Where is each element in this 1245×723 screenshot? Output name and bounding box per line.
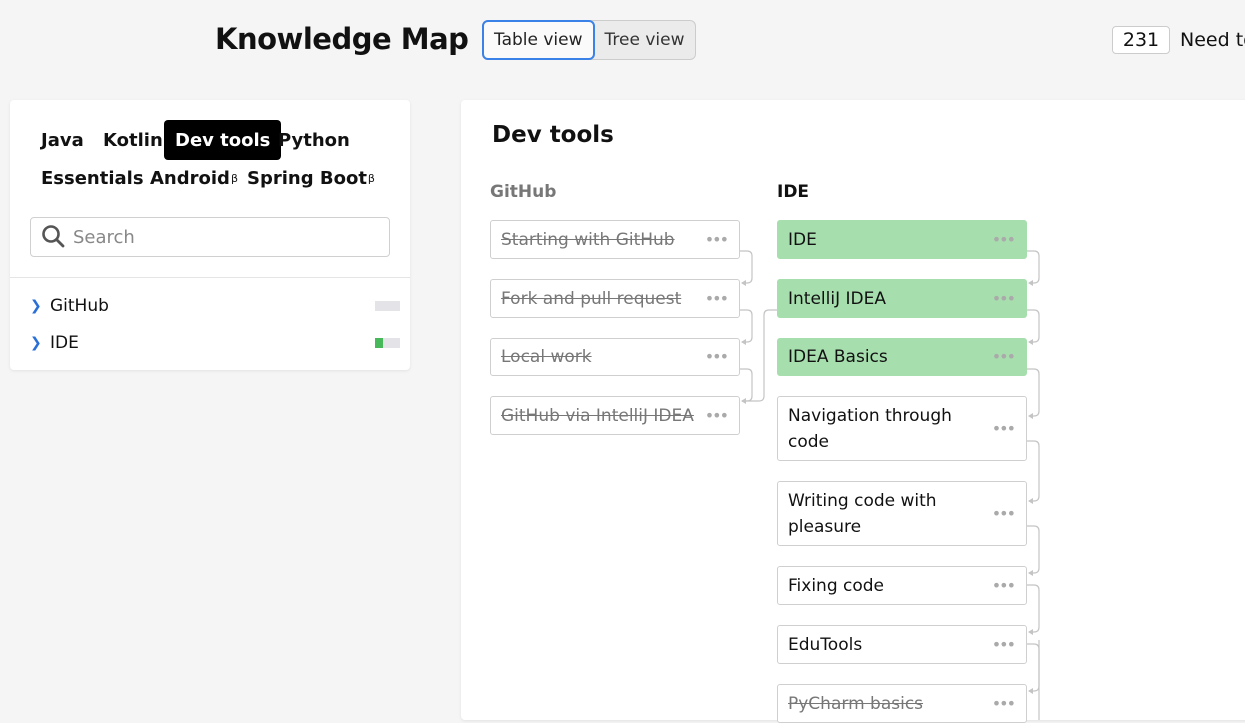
- card-label: Navigation through code: [788, 405, 952, 452]
- sidebar: Java Kotlin Dev tools Python Essentials …: [10, 100, 410, 370]
- tab-essentials[interactable]: Essentials: [30, 158, 155, 198]
- topic-card[interactable]: Navigation through code •••: [777, 396, 1027, 461]
- column-header-github: GitHub: [490, 182, 557, 202]
- topic-card[interactable]: IDEA Basics •••: [777, 338, 1027, 376]
- more-options-icon[interactable]: •••: [992, 691, 1016, 717]
- more-options-icon[interactable]: •••: [992, 501, 1016, 527]
- tab-spring-boot-label: Spring Boot: [247, 167, 367, 189]
- topic-github[interactable]: ❯ GitHub: [30, 291, 400, 321]
- count-badge: 231: [1112, 26, 1170, 54]
- chevron-right-icon: ❯: [30, 298, 42, 314]
- more-options-icon[interactable]: •••: [992, 286, 1016, 312]
- topic-card[interactable]: Fixing code •••: [777, 566, 1027, 605]
- tab-essentials-label: Essentials: [41, 167, 144, 189]
- more-options-icon[interactable]: •••: [705, 286, 729, 312]
- more-options-icon[interactable]: •••: [992, 344, 1016, 370]
- tab-java[interactable]: Java: [30, 120, 95, 160]
- more-options-icon[interactable]: •••: [992, 227, 1016, 253]
- search-box: [30, 217, 390, 257]
- knowledge-map-panel: Dev tools GitHub Starting with GitHub ••…: [461, 100, 1245, 723]
- card-label: Local work: [501, 347, 592, 367]
- topic-card[interactable]: Local work •••: [490, 338, 740, 376]
- tab-kotlin[interactable]: Kotlin: [92, 120, 174, 160]
- table-view-button[interactable]: Table view: [482, 20, 595, 60]
- topic-card[interactable]: IntelliJ IDEA •••: [777, 279, 1027, 318]
- divider: [10, 277, 410, 278]
- card-label: Fork and pull request: [501, 288, 682, 309]
- topic-card[interactable]: IDE •••: [777, 220, 1027, 259]
- beta-badge: β: [367, 171, 375, 185]
- more-options-icon[interactable]: •••: [992, 416, 1016, 442]
- tab-android[interactable]: Android β: [139, 158, 249, 198]
- progress-fill: [375, 338, 383, 348]
- card-label: IDEA Basics: [788, 347, 888, 367]
- tab-android-label: Android: [150, 167, 230, 189]
- topic-card[interactable]: EduTools •••: [777, 625, 1027, 664]
- topic-card[interactable]: GitHub via IntelliJ IDEA •••: [490, 396, 740, 435]
- need-to-label: Need to: [1180, 29, 1245, 51]
- topic-card[interactable]: Writing code with pleasure •••: [777, 481, 1027, 546]
- topic-ide[interactable]: ❯ IDE: [30, 328, 400, 358]
- topic-label: IDE: [50, 333, 79, 353]
- page-title: Knowledge Map: [215, 22, 469, 56]
- more-options-icon[interactable]: •••: [705, 403, 729, 429]
- topic-card[interactable]: Starting with GitHub •••: [490, 220, 740, 259]
- tree-view-button[interactable]: Tree view: [595, 21, 695, 59]
- more-options-icon[interactable]: •••: [992, 573, 1016, 599]
- view-toggle: Table view Tree view: [482, 20, 696, 60]
- card-label: IntelliJ IDEA: [788, 288, 886, 309]
- more-options-icon[interactable]: •••: [992, 632, 1016, 658]
- topic-card[interactable]: Fork and pull request •••: [490, 279, 740, 318]
- topic-label: GitHub: [50, 296, 109, 316]
- progress-bar: [375, 301, 400, 311]
- tab-spring-boot[interactable]: Spring Boot β: [236, 158, 386, 198]
- tab-dev-tools[interactable]: Dev tools: [164, 120, 282, 160]
- card-label: IDE: [788, 229, 817, 250]
- more-options-icon[interactable]: •••: [705, 227, 729, 253]
- card-label: EduTools: [788, 634, 863, 655]
- more-options-icon[interactable]: •••: [705, 344, 729, 370]
- search-input[interactable]: [71, 225, 375, 249]
- tab-python[interactable]: Python: [267, 120, 361, 160]
- card-label: Starting with GitHub: [501, 229, 675, 250]
- column-header-ide: IDE: [777, 182, 810, 202]
- topic-card[interactable]: PyCharm basics •••: [777, 684, 1027, 723]
- card-label: PyCharm basics: [788, 693, 924, 714]
- chevron-right-icon: ❯: [30, 335, 42, 351]
- card-label: Writing code with pleasure: [788, 490, 937, 537]
- search-icon: [42, 225, 65, 248]
- card-label: Fixing code: [788, 575, 885, 596]
- card-label: GitHub via IntelliJ IDEA: [501, 405, 694, 426]
- progress-bar: [375, 338, 400, 348]
